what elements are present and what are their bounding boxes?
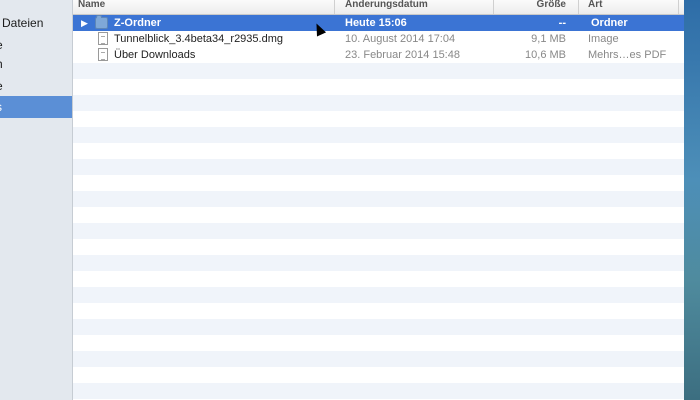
column-divider[interactable]	[334, 0, 335, 14]
rows: ▶ Z-Ordner Heute 15:06 -- Ordner Tunnelb…	[73, 15, 700, 400]
empty-row	[73, 223, 700, 239]
column-size-header[interactable]: Größe	[503, 0, 566, 14]
file-kind: Ordner	[591, 17, 628, 29]
column-name-header[interactable]: Name	[78, 0, 328, 14]
file-size: --	[558, 17, 566, 29]
empty-row	[73, 255, 700, 271]
sidebar-item-label: s	[0, 96, 2, 118]
file-kind: Mehrs…es PDF	[588, 49, 667, 61]
table-row[interactable]: Tunnelblick_3.4beta34_r2935.dmg 10. Augu…	[73, 31, 700, 47]
file-kind: Image	[588, 33, 619, 45]
file-name: Tunnelblick_3.4beta34_r2935.dmg	[114, 33, 283, 45]
column-kind-header[interactable]: Art	[588, 0, 668, 14]
column-date-header[interactable]: Änderungsdatum	[345, 0, 485, 14]
folder-icon	[95, 15, 108, 29]
sidebar-item-label: Dateien	[2, 16, 44, 30]
file-name: Über Downloads	[114, 49, 196, 61]
column-divider[interactable]	[578, 0, 579, 14]
sidebar-item-label: e	[0, 75, 3, 97]
empty-row	[73, 127, 700, 143]
table-row[interactable]: ▶ Z-Ordner Heute 15:06 -- Ordner	[73, 15, 700, 31]
document-icon	[98, 48, 108, 61]
disclosure-triangle-icon[interactable]: ▶	[81, 15, 91, 31]
empty-row	[73, 191, 700, 207]
column-divider[interactable]	[493, 0, 494, 14]
file-size: 10,6 MB	[525, 49, 566, 61]
file-date: Heute 15:06	[345, 17, 407, 29]
file-size: 9,1 MB	[531, 33, 566, 45]
sidebar-item-downloads[interactable]: s	[0, 96, 72, 118]
empty-row	[73, 319, 700, 335]
empty-row	[73, 351, 700, 367]
sidebar-item-3[interactable]: h	[0, 53, 72, 75]
sidebar: Dateien e h e s	[0, 0, 73, 400]
column-header: Name Änderungsdatum Größe Art	[73, 0, 700, 15]
file-list: Name Änderungsdatum Größe Art ▶ Z-Ordner…	[73, 0, 700, 400]
sidebar-item-4[interactable]: e	[0, 75, 72, 97]
file-date: 10. August 2014 17:04	[345, 33, 456, 45]
empty-row	[73, 383, 700, 399]
document-icon	[98, 32, 108, 45]
file-name: Z-Ordner	[114, 17, 162, 29]
table-row[interactable]: Über Downloads 23. Februar 2014 15:48 10…	[73, 47, 700, 63]
desktop-background	[684, 0, 700, 400]
empty-row	[73, 287, 700, 303]
sidebar-item-dateien[interactable]: Dateien	[0, 12, 72, 34]
empty-row	[73, 95, 700, 111]
empty-row	[73, 63, 700, 79]
file-date: 23. Februar 2014 15:48	[345, 49, 460, 61]
empty-row	[73, 159, 700, 175]
sidebar-item-label: h	[0, 53, 3, 75]
column-divider[interactable]	[678, 0, 679, 14]
